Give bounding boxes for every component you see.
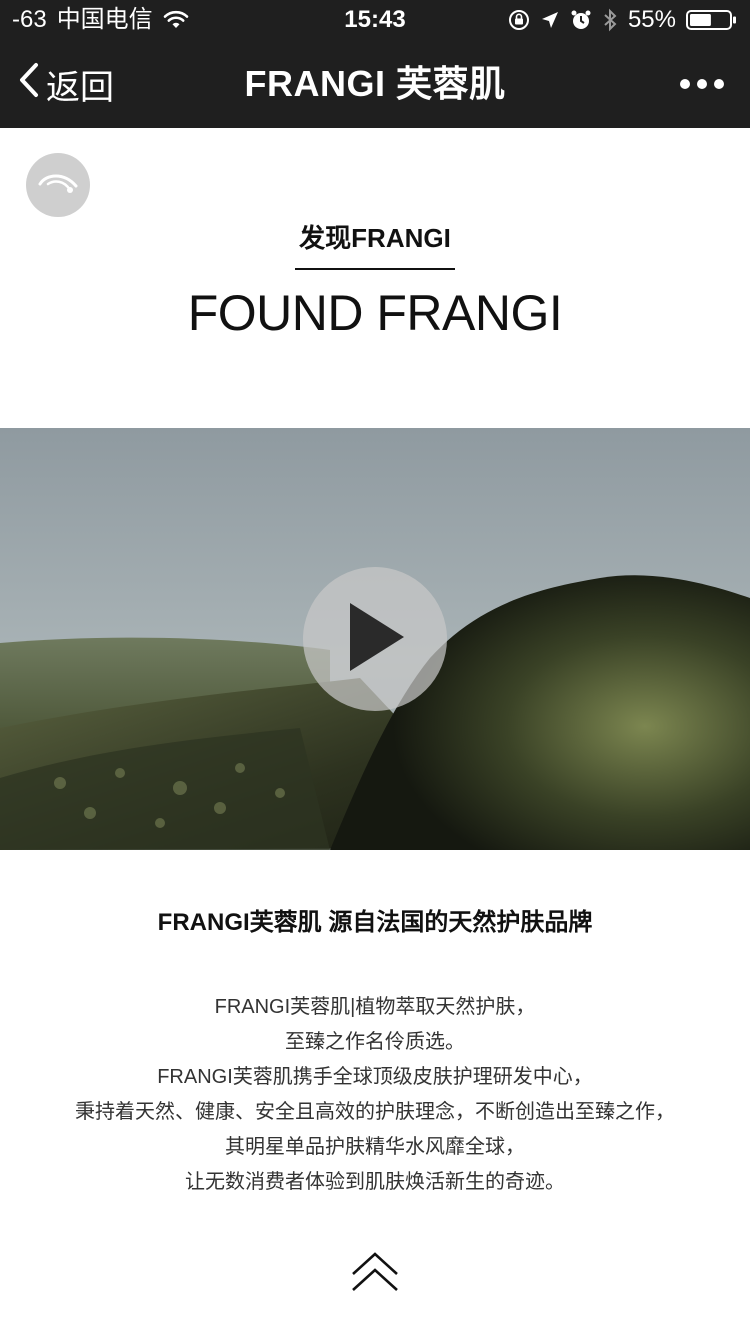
brand-description: FRANGI芙蓉肌|植物萃取天然护肤， 至臻之作名伶质选。 FRANGI芙蓉肌携… bbox=[30, 990, 720, 1200]
floating-music-button[interactable] bbox=[26, 153, 90, 217]
description-line: 秉持着天然、健康、安全且高效的护肤理念，不断创造出至臻之作， bbox=[75, 1101, 675, 1123]
section-subtitle: FOUND FRANGI bbox=[187, 285, 563, 341]
top-chrome: -63 中国电信 15:43 55% 返回 FRANGI 芙蓉肌 bbox=[0, 0, 750, 128]
double-chevron-up-icon bbox=[349, 1252, 401, 1300]
brand-headline: FRANGI芙蓉肌 源自法国的天然护肤品牌 bbox=[157, 909, 593, 936]
music-disc-icon bbox=[36, 168, 80, 203]
more-dots-icon bbox=[680, 79, 690, 89]
page-content: 发现FRANGI FOUND FRANGI FRANGI芙蓉肌 源自法国的天然护… bbox=[0, 128, 750, 1334]
nav-title: FRANGI 芙蓉肌 bbox=[244, 63, 506, 104]
brand-video[interactable] bbox=[0, 428, 750, 850]
battery-percent: 55% bbox=[627, 6, 676, 33]
play-button[interactable] bbox=[303, 567, 447, 711]
status-bar: -63 中国电信 15:43 55% bbox=[0, 0, 750, 40]
description-line: FRANGI芙蓉肌携手全球顶级皮肤护理研发中心， bbox=[157, 1066, 593, 1088]
more-dots-icon bbox=[697, 79, 707, 89]
location-icon bbox=[540, 10, 560, 30]
description-line: 其明星单品护肤精华水风靡全球， bbox=[225, 1136, 525, 1158]
description-line: FRANGI芙蓉肌|植物萃取天然护肤， bbox=[214, 996, 536, 1018]
scroll-up-button[interactable] bbox=[349, 1248, 401, 1296]
navigation-bar: 返回 FRANGI 芙蓉肌 bbox=[0, 40, 750, 128]
play-icon bbox=[340, 597, 410, 682]
description-line: 让无数消费者体验到肌肤焕活新生的奇迹。 bbox=[185, 1171, 565, 1193]
title-divider bbox=[295, 268, 455, 270]
section-title: 发现FRANGI bbox=[299, 223, 451, 253]
battery-icon bbox=[686, 9, 738, 31]
description-line: 至臻之作名伶质选。 bbox=[285, 1031, 465, 1053]
lock-rotation-icon bbox=[508, 9, 530, 31]
more-button[interactable] bbox=[680, 40, 724, 128]
alarm-icon bbox=[570, 9, 592, 31]
more-dots-icon bbox=[714, 79, 724, 89]
status-right: 55% bbox=[508, 0, 738, 40]
bluetooth-icon bbox=[602, 8, 618, 32]
